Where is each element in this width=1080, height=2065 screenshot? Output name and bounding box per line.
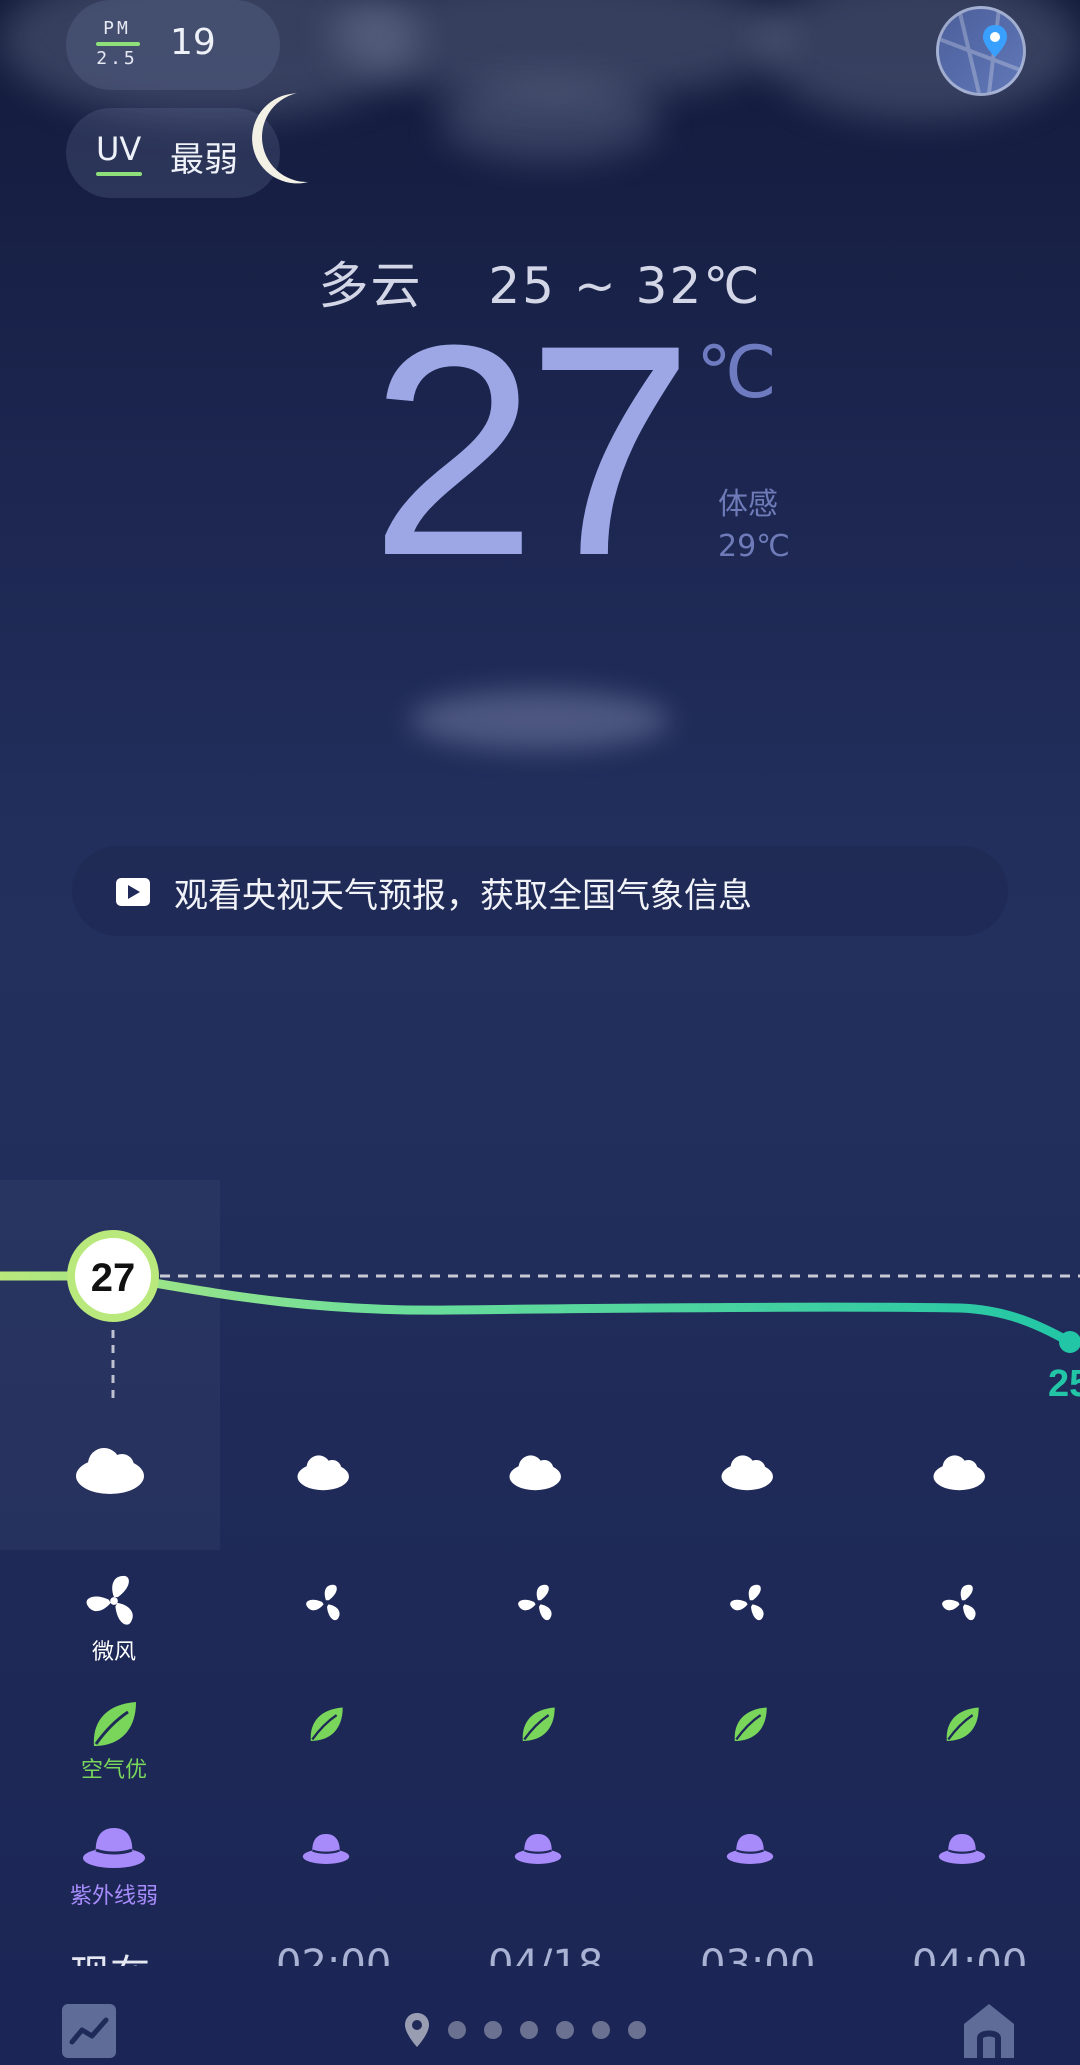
hat-icon [938,1834,986,1864]
fan-icon [730,1584,764,1621]
trend-chart-icon[interactable] [62,2004,116,2058]
temp-unit: ℃ [696,330,777,414]
hat-icon [83,1828,145,1868]
cloudy-moon-icon [933,1444,991,1491]
cloudy-moon-icon [76,1434,152,1494]
edge-temp-label: 25 [1048,1363,1080,1405]
feels-like: 体感 29℃ [718,484,790,568]
pm25-indicator [96,42,140,46]
page-dot[interactable] [592,2021,610,2039]
feels-like-label: 体感 [718,487,778,522]
cloudy-moon-icon [297,1444,355,1491]
leaf-icon [522,1707,555,1741]
uv-row-label: 紫外线弱 [69,1884,158,1909]
page-indicator[interactable] [404,2012,646,2048]
pm25-pill[interactable]: PM 2.5 19 [66,0,280,90]
uv-value: 最弱 [170,140,238,180]
page-dot[interactable] [484,2021,502,2039]
play-icon [116,878,150,906]
pm25-value: 19 [170,22,216,63]
home-icon[interactable] [960,2000,1018,2060]
leaf-icon [93,1702,136,1746]
location-pin-icon [405,2013,429,2047]
banner-text: 观看央视天气预报，获取全国气象信息 [174,876,752,916]
page-dot[interactable] [556,2021,574,2039]
hat-icon [302,1834,350,1864]
hat-icon [514,1834,562,1864]
page-dot[interactable] [628,2021,646,2039]
hourly-temp-chart: 27 25 [0,1230,1080,1405]
uv-label: UV [96,130,142,168]
temp-curve [0,1271,1075,1347]
uv-pill[interactable]: UV 最弱 [66,108,280,198]
cloudy-moon-icon [509,1444,567,1491]
fan-icon [942,1584,976,1621]
leaf-icon [734,1707,767,1741]
time-label: 03:00 [700,1942,816,1966]
map-location-icon[interactable] [936,6,1026,96]
page-dot[interactable] [448,2021,466,2039]
cloud-glow [410,690,670,750]
forecast-video-banner[interactable]: 观看央视天气预报，获取全国气象信息 [72,846,1008,936]
page-dot[interactable] [520,2021,538,2039]
air-quality-label: 空气优 [80,1758,147,1783]
time-label: 04:00 [912,1942,1028,1966]
leaf-icon [946,1707,979,1741]
uv-indicator [96,172,142,176]
fan-icon [306,1584,340,1621]
now-temp-label: 27 [91,1256,136,1300]
sky-cloud [760,0,1080,120]
cloudy-moon-icon [721,1444,779,1491]
time-label: 02:00 [276,1942,392,1966]
current-temp: 27 [370,282,694,618]
time-label: 04/18 [488,1942,604,1966]
fan-icon [518,1584,552,1621]
feels-like-value: 29℃ [718,529,790,564]
edge-temp-point [1059,1331,1080,1353]
sky-cloud [440,80,660,160]
fan-icon [86,1575,133,1625]
hat-icon [726,1834,774,1864]
time-label: 现在 [70,1942,150,1966]
wind-label: 微风 [91,1640,136,1665]
leaf-icon [310,1707,343,1741]
